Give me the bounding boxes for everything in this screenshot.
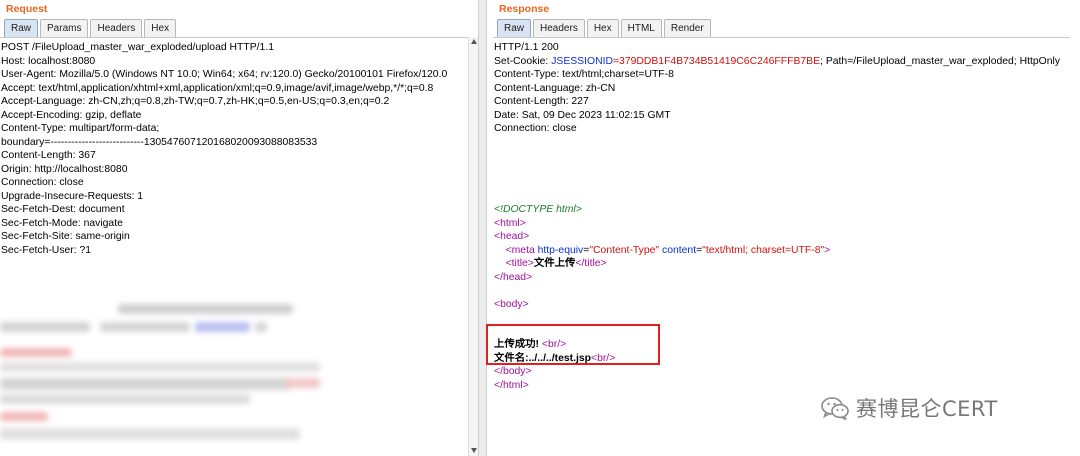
- request-line: boundary=---------------------------1305…: [1, 136, 318, 148]
- watermark: 赛博昆仑CERT: [820, 393, 998, 423]
- response-tab-hex[interactable]: Hex: [586, 19, 619, 37]
- response-tab-html[interactable]: HTML: [620, 19, 662, 37]
- meta-line: <meta http-equiv="Content-Type" content=…: [494, 244, 1070, 258]
- request-line: POST /FileUpload_master_war_exploded/upl…: [1, 42, 274, 53]
- request-title: Request: [6, 3, 48, 15]
- status-line: HTTP/1.1 200: [494, 42, 559, 53]
- request-line: Accept: text/html,application/xhtml+xml,…: [1, 82, 434, 94]
- html-close-line: </html>: [494, 379, 1070, 393]
- request-line: Content-Type: multipart/form-data;: [1, 123, 160, 134]
- request-tab-hex[interactable]: Hex: [144, 19, 177, 37]
- request-line: Sec-Fetch-Site: same-origin: [1, 231, 130, 242]
- meta-value-content-type: "Content-Type": [589, 244, 660, 256]
- response-tab-raw[interactable]: Raw: [497, 19, 532, 37]
- html-open-line: <html>: [494, 217, 1070, 231]
- meta-value-charset: "text/html; charset=UTF-8": [702, 244, 825, 256]
- watermark-text: 赛博昆仑CERT: [856, 397, 998, 421]
- set-cookie-label: Set-Cookie:: [494, 55, 552, 67]
- cookie-value: =379DDB1F4B734B51419C6C246FFFB7BE: [612, 55, 821, 67]
- request-line: Content-Length: 367: [1, 150, 96, 161]
- blurred-request-body: [0, 300, 465, 450]
- header-line: Content-Type: text/html;charset=UTF-8: [494, 69, 674, 80]
- title-line: <title>文件上传</title>: [494, 257, 1070, 271]
- response-title: Response: [499, 3, 550, 15]
- request-scrollbar[interactable]: [468, 37, 478, 456]
- request-line: Sec-Fetch-User: ?1: [1, 244, 92, 256]
- response-tab-headers[interactable]: Headers: [533, 19, 585, 37]
- wechat-icon: [821, 397, 849, 421]
- request-tabbar: Raw Params Headers Hex: [4, 19, 177, 37]
- request-line: Connection: close: [1, 177, 84, 188]
- request-tab-params[interactable]: Params: [40, 19, 89, 37]
- header-line: Content-Language: zh-CN: [494, 82, 616, 94]
- highlight-box: [486, 324, 660, 365]
- header-line: Date: Sat, 09 Dec 2023 11:02:15 GMT: [494, 109, 671, 121]
- header-line: Connection: close: [494, 123, 577, 134]
- request-tab-headers[interactable]: Headers: [90, 19, 143, 37]
- meta-tag: <meta: [505, 244, 538, 256]
- request-line: Host: localhost:8080: [1, 55, 96, 67]
- scroll-down-icon[interactable]: [471, 448, 477, 453]
- cookie-name: JSESSIONID: [551, 55, 613, 67]
- request-tab-raw[interactable]: Raw: [4, 19, 39, 37]
- request-line: Upgrade-Insecure-Requests: 1: [1, 190, 144, 202]
- request-line: Origin: http://localhost:8080: [1, 163, 128, 175]
- request-editor[interactable]: POST /FileUpload_master_war_exploded/upl…: [0, 37, 468, 456]
- body-close-line: </body>: [494, 365, 1070, 379]
- title-close-tag: </title>: [575, 258, 607, 269]
- scroll-up-icon[interactable]: [471, 39, 477, 44]
- html-close-tag: </html>: [494, 379, 529, 391]
- response-tab-render[interactable]: Render: [663, 19, 711, 37]
- request-pane: Request Raw Params Headers Hex POST /Fil…: [0, 0, 478, 456]
- header-line: Content-Length: 227: [494, 96, 589, 107]
- title-open-tag: <title>: [505, 258, 534, 269]
- body-open-tag: <body>: [494, 298, 529, 310]
- head-open-line: <head>: [494, 230, 1070, 244]
- meta-attr-content: content: [659, 244, 697, 256]
- html-open-tag: <html>: [494, 217, 526, 229]
- set-cookie-line: Set-Cookie: JSESSIONID=379DDB1F4B734B514…: [494, 55, 1070, 69]
- body-close-tag: </body>: [494, 366, 532, 377]
- body-open-line: <body>: [494, 298, 1070, 312]
- pane-splitter[interactable]: [478, 0, 487, 456]
- request-line: User-Agent: Mozilla/5.0 (Windows NT 10.0…: [1, 69, 448, 80]
- title-text: 文件上传: [533, 258, 576, 269]
- doctype: <!DOCTYPE html>: [494, 204, 582, 215]
- doctype-line: <!DOCTYPE html>: [494, 203, 1070, 217]
- head-close-tag: </head>: [494, 271, 533, 283]
- response-pane: Response Raw Headers Hex HTML Render HTT…: [487, 0, 1080, 456]
- head-close-line: </head>: [494, 271, 1070, 285]
- response-tabbar: Raw Headers Hex HTML Render: [497, 19, 711, 37]
- request-line: Accept-Language: zh-CN,zh;q=0.8,zh-TW;q=…: [1, 96, 390, 107]
- request-lines: POST /FileUpload_master_war_exploded/upl…: [0, 38, 468, 257]
- meta-attr-http-equiv: http-equiv: [537, 244, 584, 256]
- request-line: Sec-Fetch-Mode: navigate: [1, 217, 123, 229]
- request-line: Sec-Fetch-Dest: document: [1, 204, 125, 215]
- request-line: Accept-Encoding: gzip, deflate: [1, 109, 142, 121]
- meta-close: >: [824, 244, 831, 256]
- head-open-tag: <head>: [494, 231, 530, 242]
- cookie-attributes: ; Path=/FileUpload_master_war_exploded; …: [820, 55, 1061, 67]
